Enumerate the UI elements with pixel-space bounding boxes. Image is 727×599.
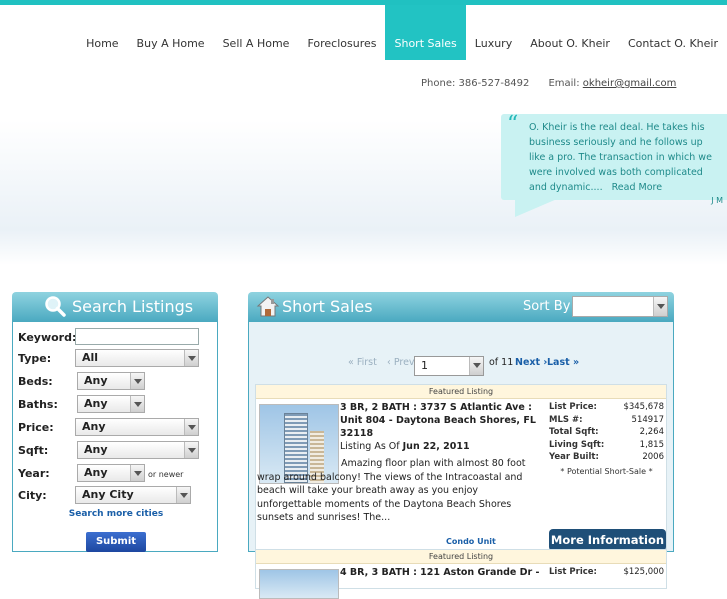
year-label: Year: <box>18 467 50 480</box>
year-suffix: or newer <box>148 470 184 479</box>
testimonial-author: J M <box>711 196 723 205</box>
city-label: City: <box>18 489 47 502</box>
main-nav: Home Buy A Home Sell A Home Foreclosures… <box>77 5 727 60</box>
house-icon <box>256 296 280 317</box>
keyword-input[interactable] <box>75 328 199 345</box>
nav-about[interactable]: About O. Kheir <box>521 5 619 60</box>
short-sale-note: * Potential Short-Sale * <box>560 466 653 476</box>
pager-next[interactable]: Next › <box>515 357 547 368</box>
year-select[interactable]: Any <box>77 464 145 482</box>
listing-stats: List Price: $125,000 <box>549 566 664 579</box>
nav-sell-a-home[interactable]: Sell A Home <box>214 5 299 60</box>
pager-first: « First <box>348 357 377 368</box>
chevron-down-icon <box>184 419 198 435</box>
listing-card: Featured Listing 4 BR, 3 BATH : 121 Asto… <box>255 549 667 599</box>
type-select[interactable]: All <box>75 349 199 367</box>
search-panel-header: Search Listings <box>12 292 218 322</box>
baths-select[interactable]: Any <box>77 395 145 413</box>
stat-row: List Price: $125,000 <box>549 567 664 577</box>
listing-summary: 3 BR, 2 BATH : 3737 S Atlantic Ave : Uni… <box>340 401 540 453</box>
sort-select[interactable]: Random <box>572 296 668 317</box>
nav-foreclosures[interactable]: Foreclosures <box>298 5 385 60</box>
listings-panel: Short Sales Sort By Random « First ‹ Pre… <box>248 292 674 599</box>
chevron-down-icon <box>469 357 483 375</box>
listings-body: « First ‹ Prev 1 of 11 Next › Last » Fea… <box>248 322 674 599</box>
price-select[interactable]: Any <box>75 418 199 436</box>
stat-row: Year Built: 2006 <box>549 452 664 462</box>
nav-contact[interactable]: Contact O. Kheir <box>619 5 727 60</box>
featured-label: Featured Listing <box>256 385 666 399</box>
price-label: Price: <box>18 421 54 434</box>
listing-card: Featured Listing 3 BR, 2 BATH : 3737 S A… <box>255 384 667 551</box>
chevron-down-icon <box>176 487 190 503</box>
pager-of-pages: of 11 <box>489 357 514 368</box>
featured-label: Featured Listing <box>256 550 666 564</box>
phone-number: 386-527-8492 <box>458 78 530 89</box>
email-label: Email: <box>548 78 580 89</box>
chevron-down-icon <box>184 442 198 458</box>
listing-title[interactable]: 4 BR, 3 BATH : 121 Aston Grande Dr - <box>340 566 540 579</box>
stat-row: List Price: $345,678 <box>549 402 664 412</box>
listing-description: Amazing floor plan with almost 80 foot w… <box>257 458 526 523</box>
nav-home[interactable]: Home <box>77 5 127 60</box>
baths-label: Baths: <box>18 398 58 411</box>
email-link[interactable]: okheir@gmail.com <box>583 78 677 89</box>
more-information-button[interactable]: More Information <box>549 529 666 551</box>
phone-label: Phone: <box>421 78 456 89</box>
nav-luxury[interactable]: Luxury <box>466 5 521 60</box>
pager-prev: ‹ Prev <box>387 357 415 368</box>
stat-row: MLS #: 514917 <box>549 414 664 425</box>
chevron-down-icon <box>130 373 144 389</box>
search-form: Keyword: Type: All Beds: Any Baths: Any … <box>12 322 218 552</box>
submit-button[interactable]: Submit <box>86 532 146 552</box>
chevron-down-icon <box>130 465 144 481</box>
city-select[interactable]: Any City <box>75 486 191 504</box>
sqft-label: Sqft: <box>18 444 49 457</box>
page-select[interactable]: 1 <box>414 356 484 376</box>
listing-stats: List Price: $345,678 MLS #: 514917 Total S… <box>549 401 664 478</box>
listing-title[interactable]: 3 BR, 2 BATH : 3737 S Atlantic Ave : Uni… <box>340 401 540 440</box>
magnifier-icon <box>45 296 66 317</box>
nav-buy-a-home[interactable]: Buy A Home <box>128 5 214 60</box>
search-title: Search Listings <box>72 297 194 316</box>
listings-title: Short Sales <box>282 297 373 316</box>
nav-short-sales[interactable]: Short Sales <box>385 5 466 60</box>
beds-select[interactable]: Any <box>77 372 145 390</box>
chevron-down-icon <box>184 350 198 366</box>
quote-icon: “ <box>507 112 519 137</box>
listing-date: Listing As Of Jun 22, 2011 <box>340 441 470 452</box>
pager-last[interactable]: Last » <box>547 357 579 368</box>
testimonial-tail <box>515 199 557 217</box>
beds-label: Beds: <box>18 375 53 388</box>
chevron-down-icon <box>653 297 667 316</box>
contact-info: Phone: 386-527-8492 Email: okheir@gmail.… <box>421 78 676 89</box>
type-label: Type: <box>18 352 52 365</box>
listing-summary: 4 BR, 3 BATH : 121 Aston Grande Dr - <box>340 566 540 579</box>
read-more-link[interactable]: Read More <box>612 182 662 193</box>
search-more-cities-link[interactable]: Search more cities <box>13 509 219 519</box>
listing-photo[interactable] <box>259 569 339 599</box>
sqft-select[interactable]: Any <box>77 441 199 459</box>
listings-panel-header: Short Sales Sort By Random <box>248 292 674 322</box>
search-panel: Search Listings Keyword: Type: All Beds:… <box>12 292 218 552</box>
stat-row: Living Sqft: 1,815 <box>549 439 664 450</box>
sort-by-label: Sort By <box>523 299 571 314</box>
keyword-label: Keyword: <box>18 331 77 344</box>
testimonial-box: “ O. Kheir is the real deal. He takes hi… <box>501 114 727 200</box>
stat-row: Total Sqft: 2,264 <box>549 427 664 437</box>
chevron-down-icon <box>130 396 144 412</box>
